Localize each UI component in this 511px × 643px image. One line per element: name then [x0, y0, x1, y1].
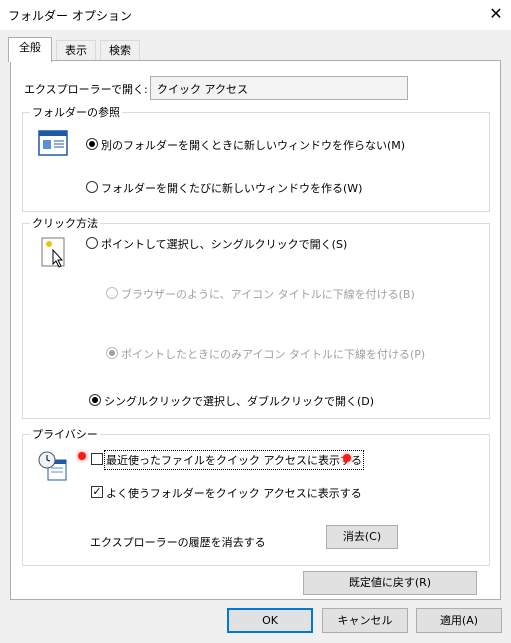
click-method-group: [22, 223, 490, 419]
checkbox-frequent-folders[interactable]: ✓: [91, 486, 103, 498]
tab-general[interactable]: 全般: [8, 37, 52, 62]
chevron-down-icon: ⌄: [157, 79, 166, 90]
tab-view[interactable]: 表示: [56, 40, 96, 61]
open-explorer-label: エクスプローラーで開く:: [24, 83, 148, 96]
radio-same-window-label[interactable]: 別のフォルダーを開くときに新しいウィンドウを作らない(M): [101, 137, 405, 153]
privacy-title: プライバシー: [30, 426, 100, 442]
window-title: フォルダー オプション: [8, 9, 132, 23]
apply-button[interactable]: 適用(A): [416, 608, 502, 633]
red-marker-dot-right: [343, 454, 351, 462]
close-icon[interactable]: ✕: [487, 4, 505, 24]
cancel-button[interactable]: キャンセル: [322, 608, 408, 633]
clear-history-label: エクスプローラーの履歴を消去する: [90, 536, 266, 549]
restore-defaults-button[interactable]: 既定値に戻す(R): [303, 571, 477, 595]
radio-double-click[interactable]: [89, 394, 101, 406]
pointer-hand-icon: [40, 236, 68, 270]
radio-single-click[interactable]: [86, 237, 98, 249]
checkbox-frequent-folders-label[interactable]: よく使うフォルダーをクイック アクセスに表示する: [106, 485, 362, 501]
radio-new-window[interactable]: [86, 181, 98, 193]
tab-search[interactable]: 検索: [100, 40, 140, 61]
red-marker-dot-left: [78, 452, 86, 460]
folder-window-icon: [38, 130, 68, 156]
browse-folders-group: [22, 112, 490, 212]
clear-history-button[interactable]: 消去(C): [326, 525, 398, 549]
radio-single-click-label[interactable]: ポイントして選択し、シングルクリックで開く(S): [101, 236, 347, 252]
radio-double-click-label[interactable]: シングルクリックで選択し、ダブルクリックで開く(D): [104, 393, 374, 409]
click-method-title: クリック方法: [30, 215, 100, 231]
radio-underline-point[interactable]: [106, 347, 118, 359]
radio-underline-point-label[interactable]: ポイントしたときにのみアイコン タイトルに下線を付ける(P): [121, 346, 425, 362]
ok-button[interactable]: OK: [227, 608, 313, 633]
clock-document-icon: [38, 450, 68, 482]
radio-underline-browser-label[interactable]: ブラウザーのように、アイコン タイトルに下線を付ける(B): [121, 286, 415, 302]
radio-underline-browser[interactable]: [106, 287, 118, 299]
radio-same-window[interactable]: [86, 138, 98, 150]
radio-new-window-label[interactable]: フォルダーを開くたびに新しいウィンドウを作る(W): [101, 180, 362, 196]
checkbox-recent-files[interactable]: [91, 453, 103, 465]
checkbox-recent-files-label[interactable]: 最近使ったファイルをクイック アクセスに表示する: [104, 450, 364, 470]
open-explorer-dropdown[interactable]: クイック アクセス ⌄: [150, 76, 408, 100]
browse-folders-title: フォルダーの参照: [30, 104, 122, 120]
